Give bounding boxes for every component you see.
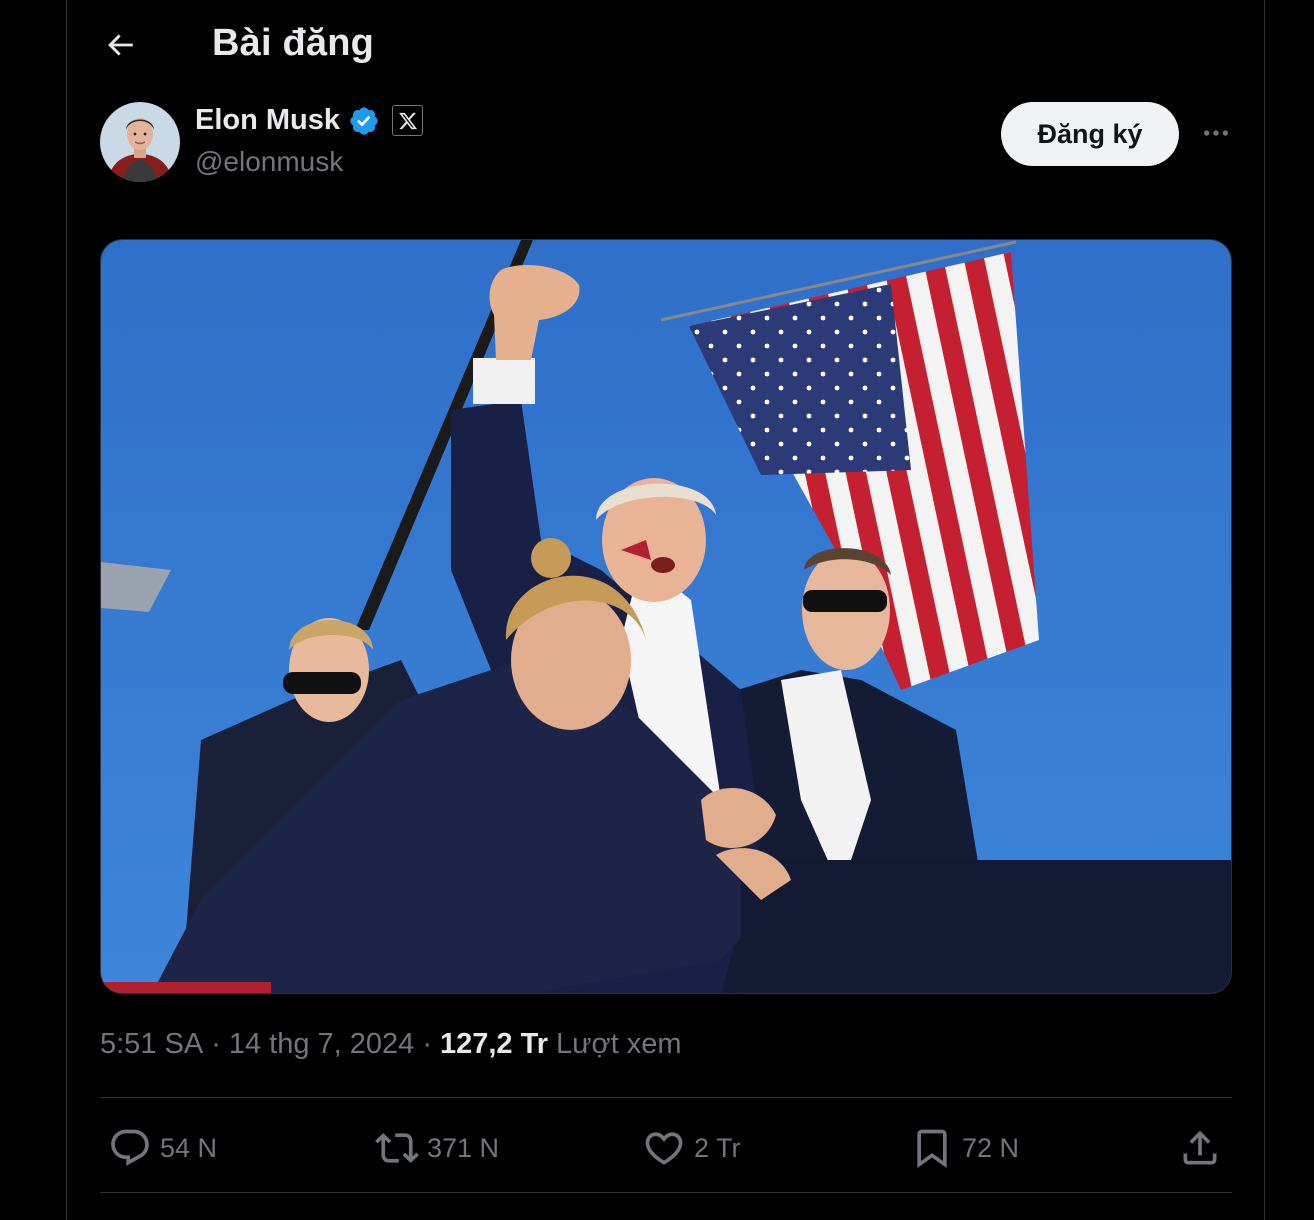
bookmark-count: 72 N <box>962 1132 1020 1163</box>
share-icon <box>1183 1130 1217 1165</box>
more-options-button[interactable] <box>1195 112 1237 154</box>
share-button[interactable] <box>1178 1118 1222 1178</box>
views-label: Lượt xem <box>556 1028 682 1060</box>
views-count[interactable]: 127,2 Tr <box>440 1028 548 1061</box>
arrow-left-icon <box>108 34 133 56</box>
author-handle[interactable]: @elonmusk <box>195 146 343 178</box>
post-date[interactable]: 14 thg 7, 2024 <box>229 1028 414 1061</box>
divider <box>100 1097 1232 1098</box>
back-button[interactable] <box>97 22 143 68</box>
reply-button[interactable]: 54 N <box>108 1118 217 1178</box>
repost-count: 371 N <box>427 1132 500 1163</box>
page-title: Bài đăng <box>212 22 375 64</box>
primary-column: Bài đăng Elon Musk @elonmusk Đăng ký 5:5… <box>66 0 1265 1220</box>
avatar[interactable] <box>100 102 180 182</box>
repost-icon <box>375 1133 419 1163</box>
engagement-bar: 54 N 371 N 2 Tr 72 N <box>100 1118 1232 1178</box>
post-meta: 5:51 SA · 14 thg 7, 2024 · 127,2 Tr Lượt… <box>100 1028 681 1061</box>
meta-separator: · <box>422 1028 432 1060</box>
author-name-row: Elon Musk <box>195 104 424 137</box>
repost-button[interactable]: 371 N <box>375 1118 499 1178</box>
verified-badge-icon <box>350 106 378 135</box>
reply-icon <box>111 1129 149 1166</box>
subscribe-button[interactable]: Đăng ký <box>1001 102 1179 166</box>
avatar-image <box>100 102 180 182</box>
affiliate-x-badge[interactable] <box>392 105 424 136</box>
ellipsis-icon <box>1204 130 1228 136</box>
heart-icon <box>645 1132 683 1165</box>
photo-image <box>101 240 1231 993</box>
x-logo-icon <box>398 112 417 129</box>
bookmark-icon <box>917 1129 947 1169</box>
top-bar: Bài đăng <box>67 0 1264 90</box>
post-time[interactable]: 5:51 SA <box>100 1028 203 1061</box>
author-display-name[interactable]: Elon Musk <box>195 104 340 137</box>
reply-count: 54 N <box>160 1132 218 1163</box>
divider <box>100 1192 1232 1193</box>
like-button[interactable]: 2 Tr <box>642 1118 741 1178</box>
bookmark-button[interactable]: 72 N <box>910 1118 1019 1178</box>
meta-separator: · <box>211 1028 221 1060</box>
like-count: 2 Tr <box>694 1132 741 1163</box>
post-photo[interactable] <box>100 239 1232 994</box>
